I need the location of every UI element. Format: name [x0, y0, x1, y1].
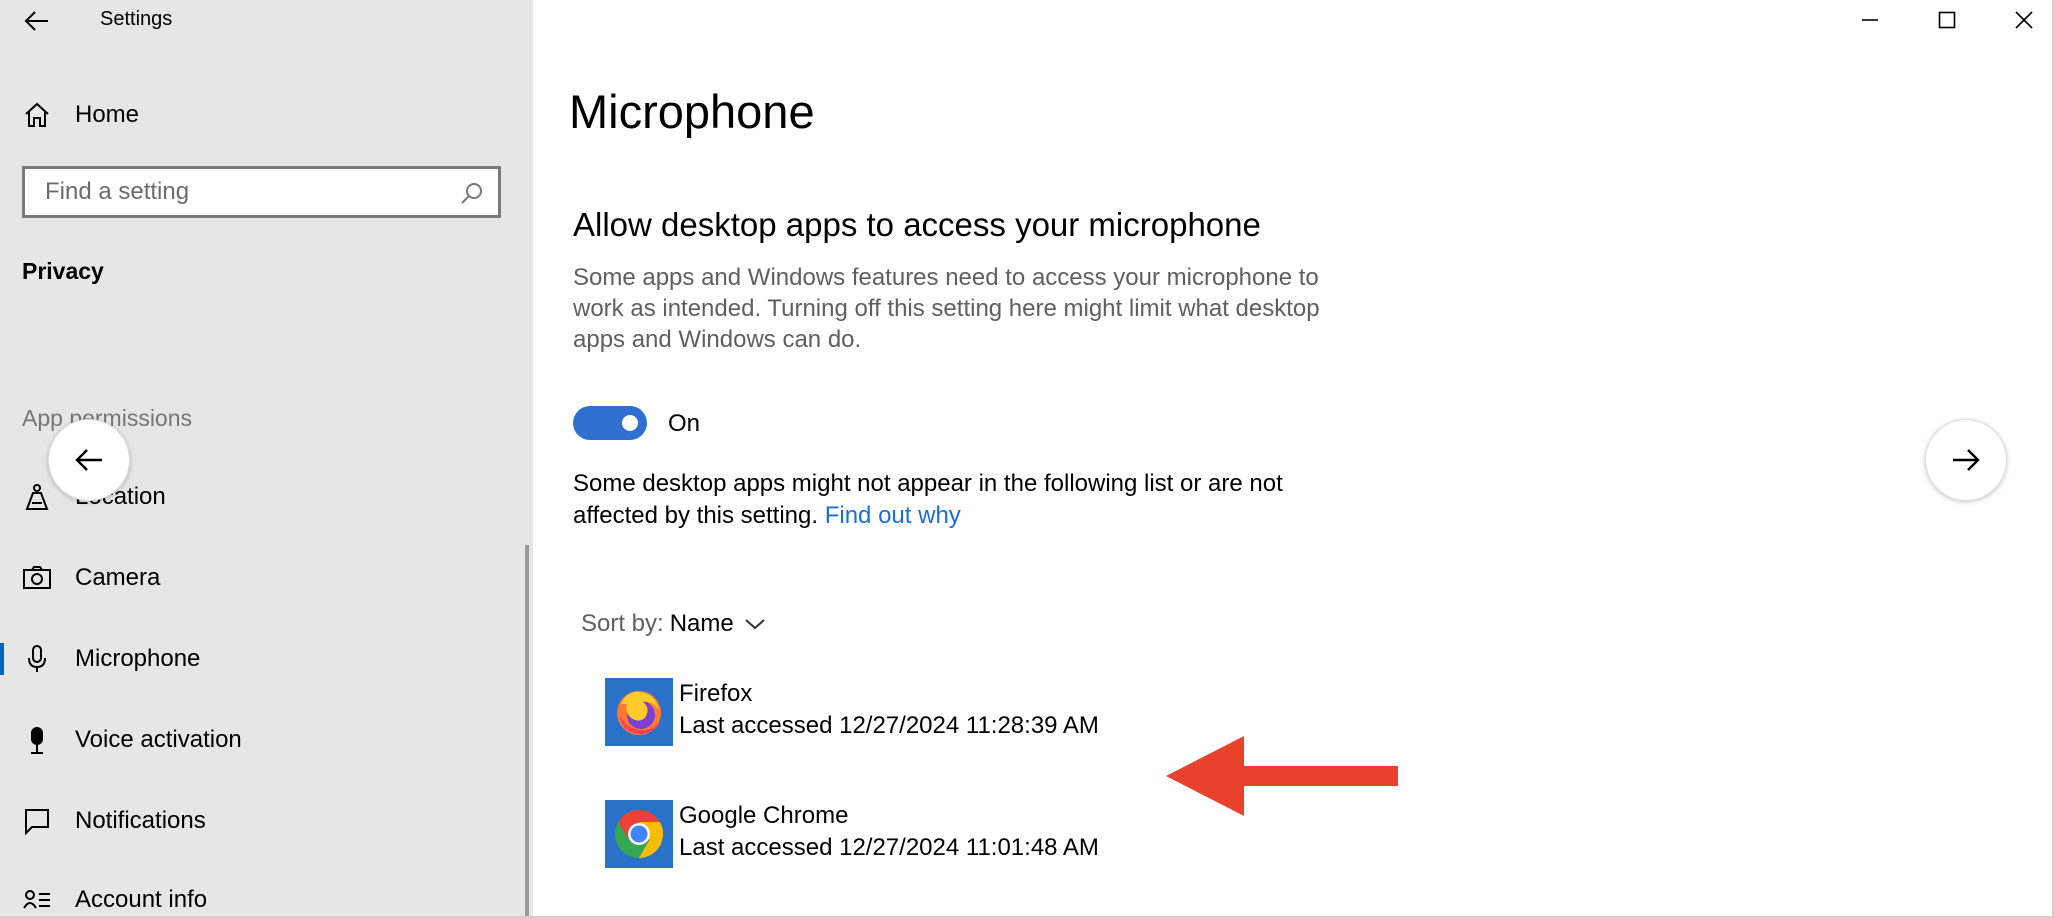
- search-box[interactable]: [22, 166, 501, 218]
- section-title: Allow desktop apps to access your microp…: [573, 206, 1261, 243]
- sort-label: Sort by:: [581, 610, 664, 637]
- app-name: Firefox: [679, 680, 753, 707]
- sidebar-scrollbar[interactable]: [525, 545, 529, 916]
- sidebar-item-home[interactable]: Home: [0, 85, 533, 145]
- home-icon: [22, 100, 52, 130]
- sidebar-item-notifications[interactable]: Notifications: [0, 791, 533, 851]
- notifications-icon: [22, 806, 52, 836]
- sidebar-item-label: Notifications: [75, 807, 206, 834]
- sidebar-item-label: Home: [75, 101, 140, 128]
- sidebar-item-voice-activation[interactable]: Voice activation: [0, 710, 533, 770]
- apps-note: Some desktop apps might not appear in th…: [573, 468, 1333, 532]
- app-name: Google Chrome: [679, 802, 849, 829]
- sidebar-item-label: Voice activation: [75, 726, 242, 753]
- window-title: Settings: [100, 8, 173, 30]
- overlay-previous-button[interactable]: [48, 419, 130, 501]
- voice-activation-icon: [22, 725, 52, 755]
- minimize-button[interactable]: [1832, 0, 1908, 40]
- account-info-icon: [22, 885, 52, 915]
- sort-control[interactable]: Sort by: Name: [581, 610, 766, 638]
- microphone-icon: [22, 644, 52, 674]
- maximize-icon: [1938, 11, 1956, 29]
- sidebar-item-account-info[interactable]: Account info: [0, 870, 533, 916]
- app-last-accessed: Last accessed 12/27/2024 11:01:48 AM: [679, 834, 1099, 861]
- toggle-knob: [622, 415, 638, 431]
- search-input[interactable]: [43, 177, 447, 207]
- sidebar-item-camera[interactable]: Camera: [0, 548, 533, 608]
- section-description: Some apps and Windows features need to a…: [573, 264, 1320, 353]
- desktop-apps-microphone-toggle[interactable]: [573, 406, 647, 440]
- page-title: Microphone: [569, 85, 815, 138]
- sidebar-item-microphone[interactable]: Microphone: [0, 629, 533, 689]
- chrome-icon: [605, 800, 673, 868]
- search-icon[interactable]: [460, 181, 484, 205]
- find-out-why-link[interactable]: Find out why: [825, 502, 961, 529]
- overlay-next-button[interactable]: [1925, 419, 2007, 501]
- arrow-right-icon: [1953, 449, 1980, 471]
- chevron-down-icon[interactable]: [744, 617, 766, 631]
- back-arrow-icon: [24, 11, 48, 31]
- arrow-left-icon: [75, 449, 102, 471]
- settings-window: Settings Home Privacy App permissions Lo…: [0, 0, 2054, 918]
- firefox-icon: [605, 678, 673, 746]
- category-privacy[interactable]: Privacy: [22, 258, 104, 285]
- sort-value[interactable]: Name: [670, 610, 734, 638]
- minimize-icon: [1862, 19, 1878, 21]
- back-button[interactable]: [22, 6, 52, 36]
- camera-icon: [22, 563, 52, 593]
- sidebar-item-label: Microphone: [75, 645, 201, 672]
- location-icon: [22, 482, 52, 512]
- toggle-state-label: On: [668, 410, 701, 437]
- close-button[interactable]: [1986, 0, 2052, 40]
- close-icon: [2015, 11, 2033, 29]
- maximize-button[interactable]: [1909, 0, 1985, 40]
- app-last-accessed: Last accessed 12/27/2024 11:28:39 AM: [679, 712, 1099, 739]
- annotation-arrow-icon: [1166, 736, 1398, 816]
- sidebar-item-label: Account info: [75, 886, 208, 913]
- sidebar-item-label: Camera: [75, 564, 161, 591]
